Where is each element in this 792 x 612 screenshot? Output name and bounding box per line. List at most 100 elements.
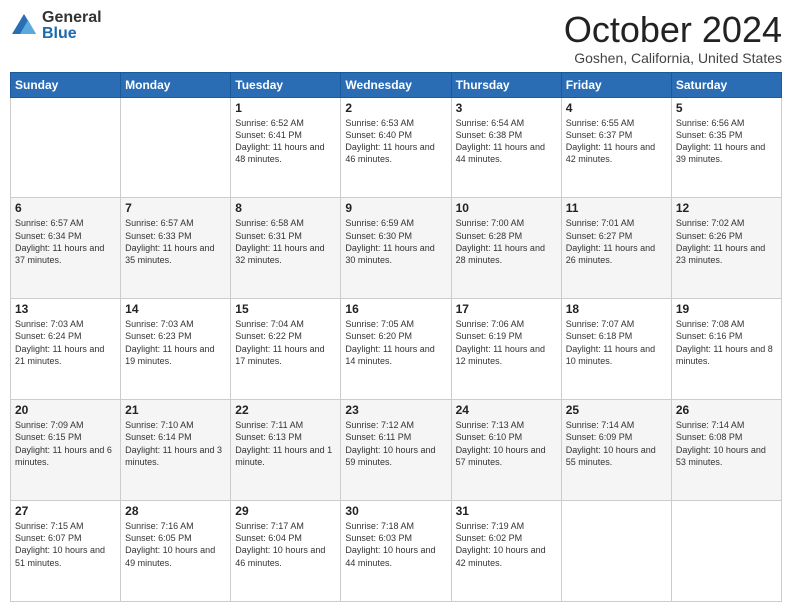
cell-4-0: 27 Sunrise: 7:15 AM Sunset: 6:07 PM Dayli… [11, 501, 121, 602]
day-number: 26 [676, 403, 777, 417]
cell-content: Sunrise: 7:13 AM Sunset: 6:10 PM Dayligh… [456, 419, 557, 468]
col-tuesday: Tuesday [231, 72, 341, 97]
cell-content: Sunrise: 7:09 AM Sunset: 6:15 PM Dayligh… [15, 419, 116, 468]
cell-content: Sunrise: 6:52 AM Sunset: 6:41 PM Dayligh… [235, 117, 336, 166]
cell-0-0 [11, 97, 121, 198]
cell-content: Sunrise: 7:02 AM Sunset: 6:26 PM Dayligh… [676, 217, 777, 266]
cell-content: Sunrise: 7:08 AM Sunset: 6:16 PM Dayligh… [676, 318, 777, 367]
cell-0-4: 3 Sunrise: 6:54 AM Sunset: 6:38 PM Daylig… [451, 97, 561, 198]
cell-content: Sunrise: 7:11 AM Sunset: 6:13 PM Dayligh… [235, 419, 336, 468]
cell-content: Sunrise: 7:19 AM Sunset: 6:02 PM Dayligh… [456, 520, 557, 569]
col-sunday: Sunday [11, 72, 121, 97]
cell-content: Sunrise: 7:03 AM Sunset: 6:23 PM Dayligh… [125, 318, 226, 367]
day-number: 29 [235, 504, 336, 518]
cell-content: Sunrise: 6:55 AM Sunset: 6:37 PM Dayligh… [566, 117, 667, 166]
cell-3-2: 22 Sunrise: 7:11 AM Sunset: 6:13 PM Dayli… [231, 400, 341, 501]
day-number: 18 [566, 302, 667, 316]
location: Goshen, California, United States [564, 50, 782, 66]
logo-blue: Blue [42, 26, 102, 42]
cell-content: Sunrise: 7:14 AM Sunset: 6:09 PM Dayligh… [566, 419, 667, 468]
day-number: 23 [345, 403, 446, 417]
cell-content: Sunrise: 7:05 AM Sunset: 6:20 PM Dayligh… [345, 318, 446, 367]
calendar-table: Sunday Monday Tuesday Wednesday Thursday… [10, 72, 782, 602]
col-saturday: Saturday [671, 72, 781, 97]
cell-4-2: 29 Sunrise: 7:17 AM Sunset: 6:04 PM Dayli… [231, 501, 341, 602]
cell-content: Sunrise: 6:53 AM Sunset: 6:40 PM Dayligh… [345, 117, 446, 166]
cell-2-5: 18 Sunrise: 7:07 AM Sunset: 6:18 PM Dayli… [561, 299, 671, 400]
cell-content: Sunrise: 7:16 AM Sunset: 6:05 PM Dayligh… [125, 520, 226, 569]
day-number: 22 [235, 403, 336, 417]
day-number: 31 [456, 504, 557, 518]
cell-0-3: 2Sunrise: 6:53 AM Sunset: 6:40 PM Daylig… [341, 97, 451, 198]
cell-3-4: 24 Sunrise: 7:13 AM Sunset: 6:10 PM Dayli… [451, 400, 561, 501]
cell-content: Sunrise: 6:59 AM Sunset: 6:30 PM Dayligh… [345, 217, 446, 266]
cell-content: Sunrise: 7:18 AM Sunset: 6:03 PM Dayligh… [345, 520, 446, 569]
cell-content: Sunrise: 7:01 AM Sunset: 6:27 PM Dayligh… [566, 217, 667, 266]
cell-content: Sunrise: 7:07 AM Sunset: 6:18 PM Dayligh… [566, 318, 667, 367]
cell-2-4: 17 Sunrise: 7:06 AM Sunset: 6:19 PM Dayli… [451, 299, 561, 400]
week-row-5: 27 Sunrise: 7:15 AM Sunset: 6:07 PM Dayli… [11, 501, 782, 602]
cell-3-3: 23Sunrise: 7:12 AM Sunset: 6:11 PM Dayli… [341, 400, 451, 501]
day-number: 30 [345, 504, 446, 518]
cell-content: Sunrise: 7:04 AM Sunset: 6:22 PM Dayligh… [235, 318, 336, 367]
day-number: 14 [125, 302, 226, 316]
day-number: 13 [15, 302, 116, 316]
cell-0-1 [121, 97, 231, 198]
week-row-4: 20 Sunrise: 7:09 AM Sunset: 6:15 PM Dayli… [11, 400, 782, 501]
cell-content: Sunrise: 7:17 AM Sunset: 6:04 PM Dayligh… [235, 520, 336, 569]
logo: General Blue [10, 10, 102, 42]
col-monday: Monday [121, 72, 231, 97]
cell-content: Sunrise: 6:57 AM Sunset: 6:34 PM Dayligh… [15, 217, 116, 266]
day-number: 6 [15, 201, 116, 215]
week-row-3: 13Sunrise: 7:03 AM Sunset: 6:24 PM Dayli… [11, 299, 782, 400]
cell-content: Sunrise: 6:54 AM Sunset: 6:38 PM Dayligh… [456, 117, 557, 166]
col-thursday: Thursday [451, 72, 561, 97]
day-number: 19 [676, 302, 777, 316]
title-block: October 2024 Goshen, California, United … [564, 10, 782, 66]
cell-4-5 [561, 501, 671, 602]
cell-2-6: 19 Sunrise: 7:08 AM Sunset: 6:16 PM Dayli… [671, 299, 781, 400]
day-number: 3 [456, 101, 557, 115]
day-number: 10 [456, 201, 557, 215]
day-number: 21 [125, 403, 226, 417]
day-number: 28 [125, 504, 226, 518]
cell-content: Sunrise: 7:00 AM Sunset: 6:28 PM Dayligh… [456, 217, 557, 266]
day-number: 17 [456, 302, 557, 316]
cell-content: Sunrise: 7:06 AM Sunset: 6:19 PM Dayligh… [456, 318, 557, 367]
cell-2-3: 16 Sunrise: 7:05 AM Sunset: 6:20 PM Dayli… [341, 299, 451, 400]
cell-3-6: 26 Sunrise: 7:14 AM Sunset: 6:08 PM Dayli… [671, 400, 781, 501]
cell-3-5: 25 Sunrise: 7:14 AM Sunset: 6:09 PM Dayli… [561, 400, 671, 501]
day-number: 9 [345, 201, 446, 215]
cell-content: Sunrise: 7:15 AM Sunset: 6:07 PM Dayligh… [15, 520, 116, 569]
calendar-header-row: Sunday Monday Tuesday Wednesday Thursday… [11, 72, 782, 97]
cell-content: Sunrise: 7:14 AM Sunset: 6:08 PM Dayligh… [676, 419, 777, 468]
cell-3-0: 20 Sunrise: 7:09 AM Sunset: 6:15 PM Dayli… [11, 400, 121, 501]
cell-1-0: 6 Sunrise: 6:57 AM Sunset: 6:34 PM Daylig… [11, 198, 121, 299]
header: General Blue October 2024 Goshen, Califo… [10, 10, 782, 66]
day-number: 27 [15, 504, 116, 518]
calendar-page: General Blue October 2024 Goshen, Califo… [0, 0, 792, 612]
day-number: 20 [15, 403, 116, 417]
cell-content: Sunrise: 6:57 AM Sunset: 6:33 PM Dayligh… [125, 217, 226, 266]
day-number: 24 [456, 403, 557, 417]
day-number: 16 [345, 302, 446, 316]
cell-1-1: 7Sunrise: 6:57 AM Sunset: 6:33 PM Daylig… [121, 198, 231, 299]
cell-4-3: 30 Sunrise: 7:18 AM Sunset: 6:03 PM Dayli… [341, 501, 451, 602]
day-number: 25 [566, 403, 667, 417]
week-row-1: 1 Sunrise: 6:52 AM Sunset: 6:41 PM Daylig… [11, 97, 782, 198]
logo-text: General Blue [42, 10, 102, 42]
cell-2-0: 13Sunrise: 7:03 AM Sunset: 6:24 PM Dayli… [11, 299, 121, 400]
cell-1-4: 10 Sunrise: 7:00 AM Sunset: 6:28 PM Dayli… [451, 198, 561, 299]
day-number: 15 [235, 302, 336, 316]
day-number: 1 [235, 101, 336, 115]
day-number: 11 [566, 201, 667, 215]
cell-1-3: 9 Sunrise: 6:59 AM Sunset: 6:30 PM Daylig… [341, 198, 451, 299]
cell-4-1: 28 Sunrise: 7:16 AM Sunset: 6:05 PM Dayli… [121, 501, 231, 602]
week-row-2: 6 Sunrise: 6:57 AM Sunset: 6:34 PM Daylig… [11, 198, 782, 299]
cell-content: Sunrise: 6:56 AM Sunset: 6:35 PM Dayligh… [676, 117, 777, 166]
day-number: 8 [235, 201, 336, 215]
cell-content: Sunrise: 6:58 AM Sunset: 6:31 PM Dayligh… [235, 217, 336, 266]
cell-4-6 [671, 501, 781, 602]
col-friday: Friday [561, 72, 671, 97]
month-title: October 2024 [564, 10, 782, 50]
